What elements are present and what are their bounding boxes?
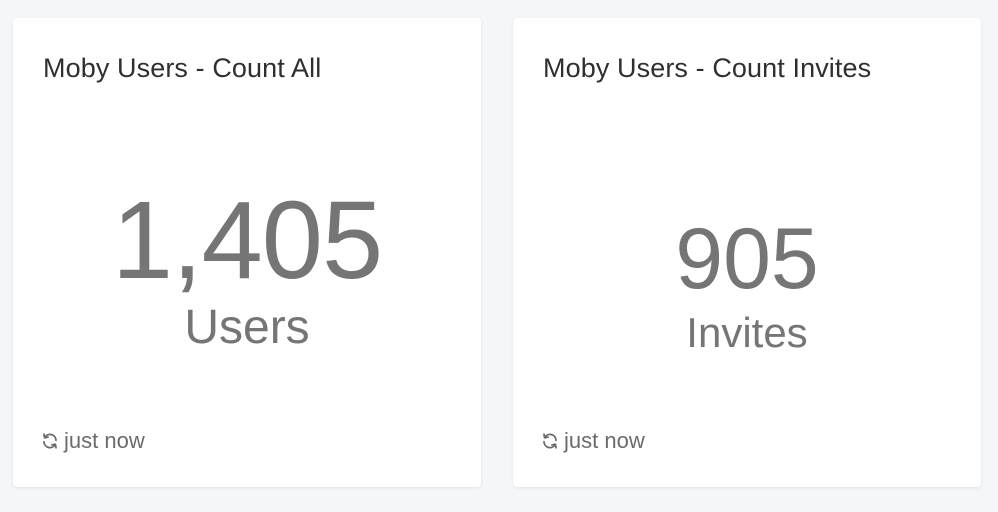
metric-value: 1,405	[111, 179, 383, 302]
card-title: Moby Users - Count All	[43, 53, 322, 83]
refresh-label: just now	[64, 428, 145, 453]
metric-unit: Invites	[686, 309, 808, 356]
refresh-status[interactable]: just now	[541, 428, 645, 454]
metric-unit: Users	[184, 301, 310, 354]
card-title: Moby Users - Count Invites	[543, 53, 872, 83]
refresh-icon	[543, 433, 557, 449]
metric-card-users: Moby Users - Count All 1,405 Users just …	[13, 18, 481, 487]
metric-card-invites: Moby Users - Count Invites 905 Invites j…	[513, 18, 981, 487]
metric-value: 905	[675, 211, 819, 307]
metric-display: 1,405 Users	[13, 186, 481, 352]
refresh-label: just now	[564, 428, 645, 453]
metric-display: 905 Invites	[513, 216, 981, 354]
refresh-icon	[43, 433, 57, 449]
refresh-status[interactable]: just now	[41, 428, 145, 454]
